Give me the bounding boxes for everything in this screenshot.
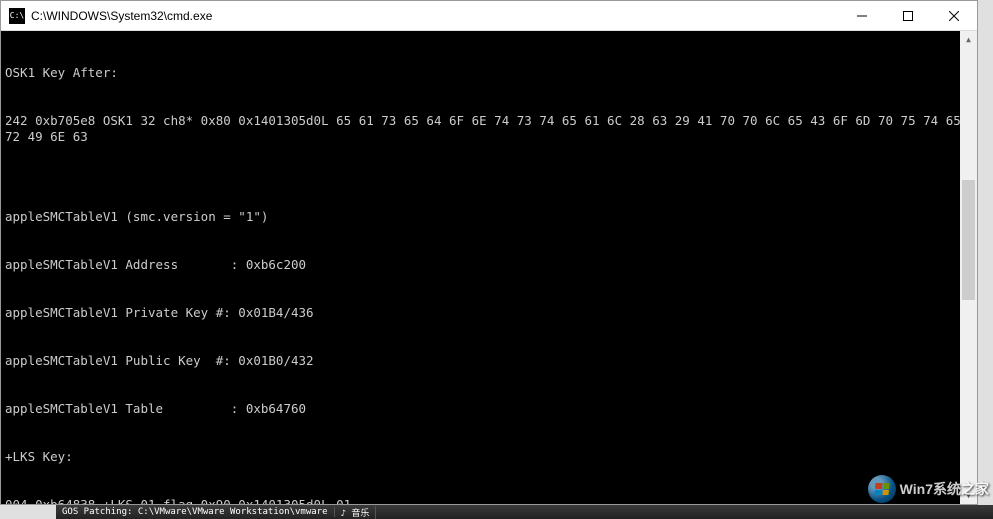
watermark-text: Win7系统之家: [900, 479, 989, 499]
taskbar[interactable]: GOS Patching: C:\VMware\VMware Workstati…: [56, 505, 993, 519]
windows-orb-icon: [868, 475, 896, 503]
console-line: appleSMCTableV1 (smc.version = "1"): [5, 209, 973, 225]
console-line: 004 0xb64838 +LKS 01 flag 0x90 0x1401305…: [5, 497, 973, 504]
scroll-up-button[interactable]: ▲: [960, 31, 977, 48]
window-title: C:\WINDOWS\System32\cmd.exe: [31, 9, 839, 23]
watermark: Win7系统之家: [868, 475, 989, 503]
scroll-track[interactable]: [960, 48, 977, 487]
vertical-scrollbar[interactable]: ▲ ▼: [960, 31, 977, 504]
minimize-icon: [857, 11, 867, 21]
taskbar-item[interactable]: ♪ 音乐: [335, 506, 377, 519]
console-line: 242 0xb705e8 OSK1 32 ch8* 0x80 0x1401305…: [5, 113, 973, 145]
titlebar[interactable]: C:\ C:\WINDOWS\System32\cmd.exe: [1, 1, 977, 31]
cmd-window: C:\ C:\WINDOWS\System32\cmd.exe OSK1 Key…: [0, 0, 978, 505]
console-line: appleSMCTableV1 Private Key #: 0x01B4/43…: [5, 305, 973, 321]
console-line: appleSMCTableV1 Table : 0xb64760: [5, 401, 973, 417]
console-line: appleSMCTableV1 Public Key #: 0x01B0/432: [5, 353, 973, 369]
scroll-thumb[interactable]: [962, 180, 975, 300]
close-button[interactable]: [931, 1, 977, 30]
taskbar-item-label: 音乐: [351, 509, 369, 519]
console-line: +LKS Key:: [5, 449, 973, 465]
cmd-icon: C:\: [9, 8, 25, 24]
maximize-icon: [903, 11, 913, 21]
maximize-button[interactable]: [885, 1, 931, 30]
close-icon: [949, 11, 959, 21]
windows-flag-icon: [874, 483, 889, 495]
console-output[interactable]: OSK1 Key After: 242 0xb705e8 OSK1 32 ch8…: [1, 31, 977, 504]
console-line: appleSMCTableV1 Address : 0xb6c200: [5, 257, 973, 273]
taskbar-item[interactable]: GOS Patching: C:\VMware\VMware Workstati…: [56, 507, 335, 517]
window-controls: [839, 1, 977, 30]
console-line: OSK1 Key After:: [5, 65, 973, 81]
minimize-button[interactable]: [839, 1, 885, 30]
chevron-up-icon: ▲: [966, 32, 971, 48]
